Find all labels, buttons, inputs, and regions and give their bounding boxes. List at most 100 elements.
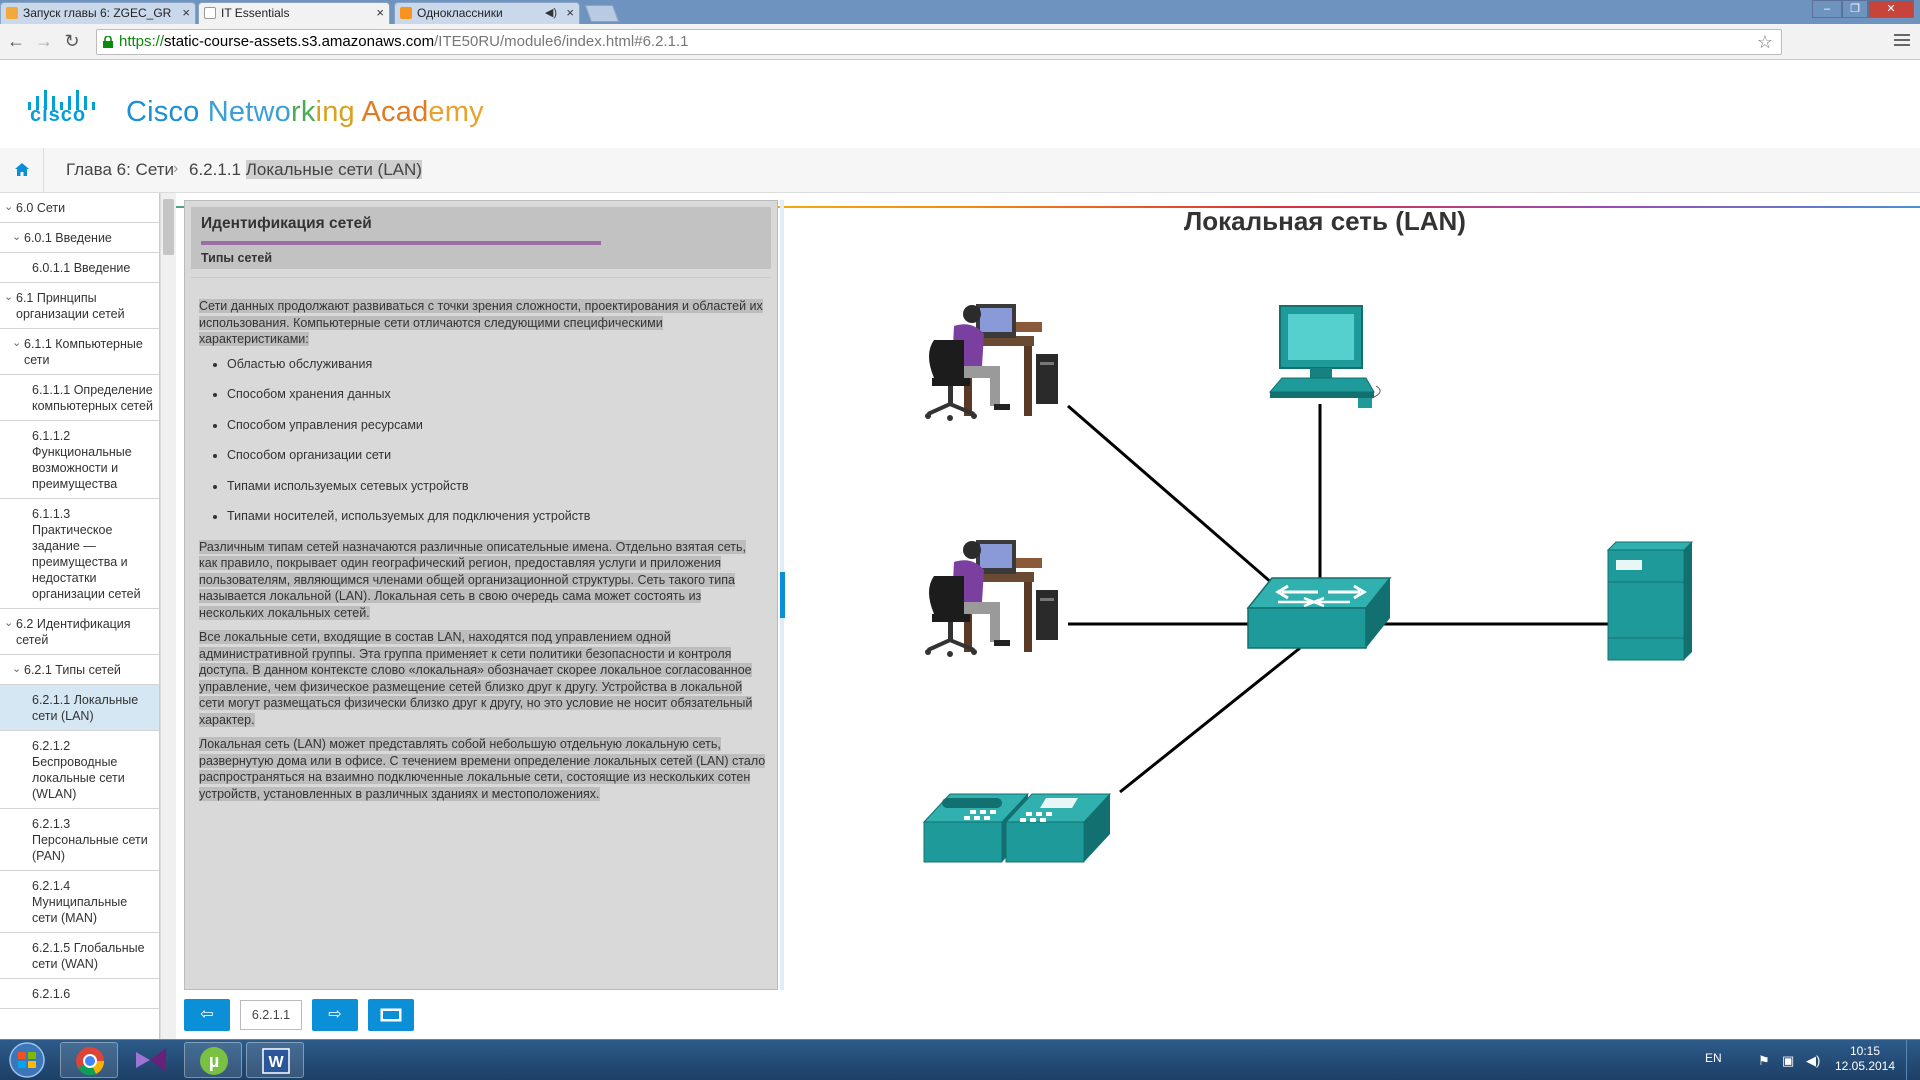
title-part: emy	[428, 96, 484, 128]
fullscreen-button[interactable]	[368, 999, 414, 1031]
toc-item-6-0[interactable]: ⌄ 6.0 Сети	[0, 193, 159, 223]
toc-item-6-1-1[interactable]: ⌄ 6.1.1 Компьютерные сети	[0, 329, 159, 375]
windows-taskbar: µ W EN ⚑ ▣ ◀) 10:15 12.05.2014	[0, 1039, 1920, 1080]
taskbar-visual-studio[interactable]	[122, 1042, 180, 1078]
toc-item-6-2-1-1[interactable]: 6.2.1.1 Локальные сети (LAN)	[0, 685, 159, 731]
tab-title: IT Essentials	[221, 6, 290, 20]
breadcrumb-chapter[interactable]: Глава 6: Сети	[66, 160, 174, 180]
paragraph-text: Различным типам сетей назначаются различ…	[199, 539, 746, 620]
taskbar-utorrent[interactable]: µ	[184, 1042, 242, 1078]
network-icon[interactable]: ▣	[1782, 1053, 1794, 1069]
new-tab-button[interactable]	[584, 5, 620, 22]
intro-paragraph: Сети данных продолжают развиваться с точ…	[199, 298, 767, 348]
flag-icon[interactable]: ⚑	[1758, 1053, 1770, 1069]
panel-subtitle: Типы сетей	[201, 251, 273, 265]
next-page-button[interactable]: ⇨	[312, 999, 358, 1031]
tab-it-essentials[interactable]: IT Essentials ×	[198, 2, 390, 24]
toc-item-6-1-1-1[interactable]: 6.1.1.1 Определение компьютерных сетей	[0, 375, 159, 421]
cisco-wordmark: cisco	[30, 104, 87, 126]
taskbar-word[interactable]: W	[246, 1042, 304, 1078]
paragraph-text: Локальная сеть (LAN) может представлять …	[199, 737, 766, 801]
server-icon	[1606, 541, 1694, 661]
body-paragraph: Локальная сеть (LAN) может представлять …	[199, 736, 767, 802]
toc-label: 6.0.1 Введение	[24, 231, 112, 245]
clock[interactable]: 10:15 12.05.2014	[1830, 1044, 1900, 1074]
academy-header: cisco Cisco Networking Academy	[0, 60, 1920, 208]
reload-icon[interactable]: ↻	[60, 29, 84, 53]
previous-page-button[interactable]: ⇦	[184, 999, 230, 1031]
bookmark-star-icon[interactable]: ☆	[1757, 30, 1773, 54]
academy-title[interactable]: Cisco Networking Academy	[126, 96, 484, 129]
tab-odnoklassniki[interactable]: Одноклассники ◀) ×	[394, 2, 580, 24]
page-number-field[interactable]: 6.2.1.1	[240, 1000, 302, 1030]
clock-time: 10:15	[1849, 1044, 1881, 1058]
forward-icon[interactable]: →	[32, 29, 56, 53]
toc-label: 6.2.1.2 Беспроводные локальные сети (WLA…	[32, 739, 125, 801]
toc-label: 6.2.1.1 Локальные сети (LAN)	[32, 693, 139, 723]
toc-item-6-1-1-3[interactable]: 6.1.1.3 Практическое задание — преимущес…	[0, 499, 159, 609]
toc-item-6-0-1[interactable]: ⌄ 6.0.1 Введение	[0, 223, 159, 253]
svg-text:W: W	[268, 1054, 284, 1071]
toc-item-6-2-1-6[interactable]: 6.2.1.6	[0, 979, 159, 1009]
toc-item-6-2-1-5[interactable]: 6.2.1.5 Глобальные сети (WAN)	[0, 933, 159, 979]
list-item: Способом организации сети	[227, 447, 767, 464]
lock-icon	[103, 36, 113, 48]
windows-start-icon[interactable]	[3, 1041, 51, 1079]
url-path: /ITE50RU/module6/index.html#6.2.1.1	[434, 33, 689, 50]
title-underline	[201, 241, 601, 245]
toc-label: 6.1.1.1 Определение компьютерных сетей	[32, 383, 153, 413]
tab-close-icon[interactable]: ×	[566, 3, 574, 23]
tab-title: Одноклассники	[417, 6, 503, 20]
table-of-contents: ⌄ 6.0 Сети ⌄ 6.0.1 Введение 6.0.1.1 Введен…	[0, 193, 160, 1039]
svg-text:µ: µ	[209, 1051, 219, 1071]
title-part: Cisco	[126, 96, 208, 128]
toc-label: 6.1 Принципы организации сетей	[16, 291, 125, 321]
sidebar-scroll-thumb[interactable]	[163, 199, 174, 255]
toc-item-6-2-1[interactable]: ⌄ 6.2.1 Типы сетей	[0, 655, 159, 685]
link-line	[1119, 646, 1301, 794]
panel-resize-handle[interactable]	[780, 572, 785, 618]
utorrent-icon: µ	[200, 1047, 228, 1075]
taskbar-chrome[interactable]	[60, 1042, 118, 1078]
arrow-left-icon: ⇦	[200, 1006, 214, 1023]
minimize-button[interactable]: –	[1812, 0, 1842, 18]
home-button[interactable]	[0, 148, 44, 193]
tab-close-icon[interactable]: ×	[376, 3, 384, 23]
characteristics-list: Областью обслуживания Способом хранения …	[227, 356, 767, 525]
list-item: Способом хранения данных	[227, 386, 767, 403]
toc-label: 6.2.1.6	[32, 987, 71, 1001]
tab-close-icon[interactable]: ×	[182, 3, 190, 23]
restore-button[interactable]: ❐	[1842, 0, 1868, 18]
back-icon[interactable]: ←	[4, 29, 28, 53]
toc-item-6-2-1-2[interactable]: 6.2.1.2 Беспроводные локальные сети (WLA…	[0, 731, 159, 809]
address-bar[interactable]: https://static-course-assets.s3.amazonaw…	[96, 29, 1782, 55]
paragraph-text: Все локальные сети, входящие в состав LA…	[199, 630, 753, 727]
panel-header: Идентификация сетей Типы сетей	[191, 207, 771, 269]
toc-item-6-0-1-1[interactable]: 6.0.1.1 Введение	[0, 253, 159, 283]
chevron-down-icon: ⌄	[12, 663, 22, 675]
browser-menu-icon[interactable]	[1894, 34, 1910, 48]
window-close-button[interactable]: ✕	[1868, 0, 1914, 18]
tab-zgec[interactable]: Запуск главы 6: ZGEC_GR ×	[0, 2, 196, 24]
list-item: Способом управления ресурсами	[227, 417, 767, 434]
show-desktop-button[interactable]	[1906, 1040, 1920, 1080]
toc-item-6-2[interactable]: ⌄ 6.2 Идентификация сетей	[0, 609, 159, 655]
panel-title: Идентификация сетей	[201, 215, 372, 232]
breadcrumb-page-number: 6.2.1.1	[189, 160, 246, 179]
intro-text: Сети данных продолжают развиваться с точ…	[199, 299, 763, 346]
tab-title: Запуск главы 6: ZGEC_GR	[23, 6, 172, 20]
toc-label: 6.2.1.4 Муниципальные сети (MAN)	[32, 879, 128, 925]
chevron-down-icon: ⌄	[4, 201, 14, 213]
toc-item-6-1[interactable]: ⌄ 6.1 Принципы организации сетей	[0, 283, 159, 329]
toc-item-6-1-1-2[interactable]: 6.1.1.2 Функциональные возможности и пре…	[0, 421, 159, 499]
toc-item-6-2-1-4[interactable]: 6.2.1.4 Муниципальные сети (MAN)	[0, 871, 159, 933]
volume-icon[interactable]: ◀)	[1806, 1053, 1820, 1069]
toc-item-6-2-1-3[interactable]: 6.2.1.3 Персональные сети (PAN)	[0, 809, 159, 871]
toc-label: 6.2.1.5 Глобальные сети (WAN)	[32, 941, 145, 971]
chevron-down-icon: ⌄	[12, 337, 22, 349]
arrow-right-icon: ⇨	[328, 1006, 342, 1023]
sidebar-scrollbar[interactable]	[160, 193, 176, 1039]
toc-label: 6.2.1 Типы сетей	[24, 663, 121, 677]
panel-body-text: Сети данных продолжают развиваться с точ…	[191, 277, 771, 985]
keyboard-language[interactable]: EN	[1705, 1051, 1722, 1065]
